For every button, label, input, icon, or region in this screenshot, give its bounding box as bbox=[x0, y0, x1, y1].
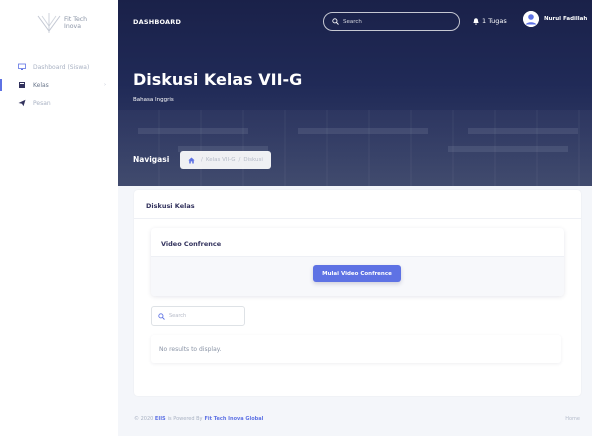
start-video-conference-button[interactable]: Mulai Video Confrence bbox=[313, 265, 401, 282]
user-name: Nurul Fadillah bbox=[544, 16, 588, 22]
tasks-notification[interactable]: 1 Tugas bbox=[473, 17, 507, 25]
header-desk-shape bbox=[138, 128, 248, 134]
brand-line-2: Inova bbox=[64, 23, 81, 30]
sidebar-nav: Dashboard (Siswa) Kelas › Pesan bbox=[0, 58, 118, 112]
bell-icon bbox=[473, 17, 479, 25]
monitor-icon bbox=[18, 63, 26, 71]
tasks-label: 1 Tugas bbox=[482, 17, 507, 25]
footer-prefix: © 2020 bbox=[134, 416, 154, 422]
footer-home-link[interactable]: Home bbox=[565, 416, 580, 422]
sidebar-item-pesan[interactable]: Pesan bbox=[0, 94, 118, 112]
sidebar-item-label: Kelas bbox=[33, 81, 49, 89]
header-desk-shape bbox=[448, 146, 568, 152]
top-title[interactable]: DASHBOARD bbox=[133, 18, 181, 26]
header-search[interactable] bbox=[323, 12, 460, 31]
search-icon bbox=[158, 312, 165, 320]
brand-name: Fit Tech Inova bbox=[64, 16, 87, 30]
sidebar-item-label: Pesan bbox=[33, 99, 51, 107]
sidebar-item-kelas[interactable]: Kelas › bbox=[0, 76, 118, 94]
divider bbox=[134, 218, 581, 219]
home-icon[interactable] bbox=[188, 157, 195, 164]
footer-copyright: © 2020 EIIS is Powered By Fit Tech Inova… bbox=[134, 416, 265, 422]
brand-logo-icon bbox=[37, 13, 61, 33]
page-subtitle: Bahasa Inggris bbox=[133, 97, 174, 103]
breadcrumb: / Kelas VII-G / Diskusi bbox=[180, 151, 271, 169]
sidebar-item-label: Dashboard (Siswa) bbox=[33, 63, 90, 71]
video-conference-card: Video Confrence Mulai Video Confrence bbox=[151, 228, 564, 296]
discussion-search[interactable] bbox=[151, 306, 245, 326]
discussion-search-input[interactable] bbox=[169, 313, 239, 319]
breadcrumb-separator: / bbox=[238, 157, 241, 163]
brand[interactable]: Fit Tech Inova bbox=[36, 10, 87, 36]
chevron-right-icon: › bbox=[104, 82, 106, 88]
send-icon bbox=[18, 99, 26, 107]
video-conference-body: Mulai Video Confrence bbox=[151, 256, 564, 296]
user-menu[interactable]: Nurul Fadillah bbox=[523, 11, 587, 27]
card-title: Diskusi Kelas bbox=[146, 202, 195, 210]
discussion-card: Diskusi Kelas Video Confrence Mulai Vide… bbox=[134, 190, 581, 396]
sidebar: Fit Tech Inova Dashboard (Siswa) Kelas ›… bbox=[0, 0, 118, 436]
footer-brand-link[interactable]: EIIS bbox=[155, 416, 166, 422]
breadcrumb-diskusi: Diskusi bbox=[243, 157, 263, 163]
footer-company-link[interactable]: Fit Tech Inova Global bbox=[205, 416, 264, 422]
book-icon bbox=[18, 81, 26, 89]
header-desk-shape bbox=[468, 128, 578, 134]
user-avatar-icon bbox=[523, 11, 539, 27]
breadcrumb-kelas[interactable]: Kelas VII-G bbox=[206, 157, 236, 163]
header-desk-shape bbox=[298, 128, 428, 134]
brand-line-1: Fit Tech bbox=[64, 16, 88, 23]
header-search-input[interactable] bbox=[343, 18, 453, 25]
breadcrumb-separator: / bbox=[201, 157, 203, 163]
sidebar-item-dashboard[interactable]: Dashboard (Siswa) bbox=[0, 58, 118, 76]
navigation-label: Navigasi bbox=[133, 155, 170, 164]
search-icon bbox=[332, 18, 339, 25]
avatar bbox=[523, 11, 539, 27]
page-title: Diskusi Kelas VII-G bbox=[133, 70, 303, 89]
empty-state: No results to display. bbox=[151, 335, 561, 363]
footer-powered-text: is Powered By bbox=[167, 416, 203, 422]
video-conference-title: Video Confrence bbox=[161, 240, 222, 248]
header: DASHBOARD 1 Tugas Nurul Fadillah Diskusi… bbox=[118, 0, 592, 186]
